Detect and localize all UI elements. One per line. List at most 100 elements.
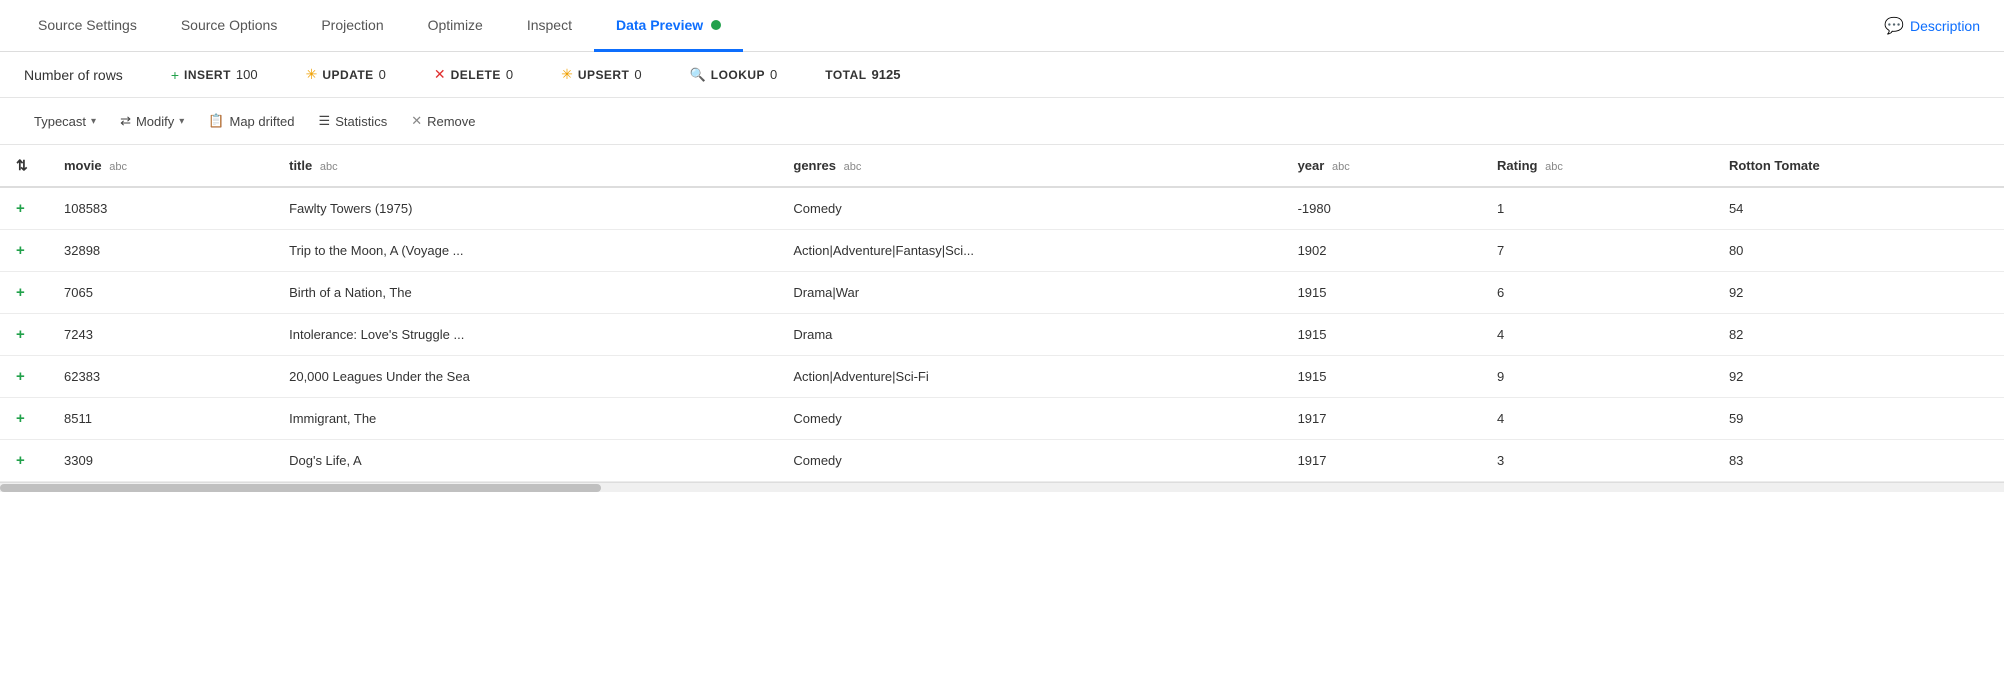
- row-year-cell: 1917: [1282, 398, 1481, 440]
- lookup-stat: 🔍 LOOKUP 0: [690, 67, 778, 83]
- col-movie-header[interactable]: movie abc: [48, 145, 273, 187]
- top-navigation: Source Settings Source Options Projectio…: [0, 0, 2004, 52]
- row-movie-cell: 8511: [48, 398, 273, 440]
- table-header-row: ⇅ movie abc title abc genres abc year ab…: [0, 145, 2004, 187]
- row-insert-icon[interactable]: +: [16, 452, 25, 469]
- col-sort-header[interactable]: ⇅: [0, 145, 48, 187]
- remove-icon: ✕: [411, 113, 422, 129]
- row-insert-icon[interactable]: +: [16, 326, 25, 343]
- map-drifted-button[interactable]: 📋 Map drifted: [198, 108, 304, 134]
- row-genres-cell: Action|Adventure|Sci-Fi: [777, 356, 1281, 398]
- table-row: + 32898 Trip to the Moon, A (Voyage ... …: [0, 230, 2004, 272]
- modify-button[interactable]: ⇄ Modify ▾: [110, 108, 194, 134]
- row-title-cell: 20,000 Leagues Under the Sea: [273, 356, 777, 398]
- col-rotton-header[interactable]: Rotton Tomate: [1713, 145, 2004, 187]
- row-title-cell: Immigrant, The: [273, 398, 777, 440]
- row-title-cell: Trip to the Moon, A (Voyage ...: [273, 230, 777, 272]
- row-insert-icon[interactable]: +: [16, 200, 25, 217]
- col-title-header[interactable]: title abc: [273, 145, 777, 187]
- row-title-cell: Fawlty Towers (1975): [273, 187, 777, 230]
- row-year-cell: 1915: [1282, 314, 1481, 356]
- col-title-label: title: [289, 158, 312, 173]
- col-title-type: abc: [320, 161, 338, 173]
- col-year-header[interactable]: year abc: [1282, 145, 1481, 187]
- data-table: ⇅ movie abc title abc genres abc year ab…: [0, 145, 2004, 482]
- row-genres-cell: Drama: [777, 314, 1281, 356]
- col-genres-header[interactable]: genres abc: [777, 145, 1281, 187]
- table-body: + 108583 Fawlty Towers (1975) Comedy -19…: [0, 187, 2004, 482]
- row-title-cell: Birth of a Nation, The: [273, 272, 777, 314]
- row-rotton-cell: 92: [1713, 272, 2004, 314]
- scrollbar-thumb[interactable]: [0, 484, 601, 492]
- total-key: TOTAL: [825, 68, 866, 82]
- table-row: + 3309 Dog's Life, A Comedy 1917 3 83: [0, 440, 2004, 482]
- tab-inspect[interactable]: Inspect: [505, 0, 594, 52]
- delete-value: 0: [506, 67, 513, 82]
- row-insert-icon[interactable]: +: [16, 410, 25, 427]
- row-insert-icon[interactable]: +: [16, 368, 25, 385]
- col-rotton-label: Rotton Tomate: [1729, 158, 1820, 173]
- row-rotton-cell: 82: [1713, 314, 2004, 356]
- col-rating-header[interactable]: Rating abc: [1481, 145, 1713, 187]
- table-row: + 108583 Fawlty Towers (1975) Comedy -19…: [0, 187, 2004, 230]
- upsert-value: 0: [634, 67, 641, 82]
- col-rating-label: Rating: [1497, 158, 1537, 173]
- lookup-value: 0: [770, 67, 777, 82]
- row-action-cell: +: [0, 356, 48, 398]
- description-button[interactable]: 💬 Description: [1876, 0, 1988, 51]
- modify-icon: ⇄: [120, 113, 131, 129]
- insert-key: INSERT: [184, 68, 231, 82]
- remove-button[interactable]: ✕ Remove: [401, 108, 485, 134]
- map-drifted-label: Map drifted: [229, 114, 294, 129]
- upsert-key: UPSERT: [578, 68, 630, 82]
- delete-key: DELETE: [451, 68, 501, 82]
- tab-projection[interactable]: Projection: [299, 0, 405, 52]
- row-insert-icon[interactable]: +: [16, 242, 25, 259]
- row-rotton-cell: 54: [1713, 187, 2004, 230]
- row-title-cell: Dog's Life, A: [273, 440, 777, 482]
- row-year-cell: -1980: [1282, 187, 1481, 230]
- lookup-icon: 🔍: [690, 67, 706, 83]
- statistics-label: Statistics: [335, 114, 387, 129]
- delete-icon: ✕: [434, 66, 446, 83]
- row-action-cell: +: [0, 187, 48, 230]
- typecast-button[interactable]: Typecast ▾: [24, 109, 106, 134]
- sort-icon: ⇅: [16, 157, 28, 173]
- table-row: + 7065 Birth of a Nation, The Drama|War …: [0, 272, 2004, 314]
- statistics-icon: ☰: [319, 113, 331, 129]
- row-genres-cell: Action|Adventure|Fantasy|Sci...: [777, 230, 1281, 272]
- row-movie-cell: 32898: [48, 230, 273, 272]
- row-insert-icon[interactable]: +: [16, 284, 25, 301]
- col-year-type: abc: [1332, 161, 1350, 173]
- row-rating-cell: 3: [1481, 440, 1713, 482]
- row-movie-cell: 3309: [48, 440, 273, 482]
- horizontal-scrollbar[interactable]: [0, 482, 2004, 492]
- row-genres-cell: Comedy: [777, 398, 1281, 440]
- data-table-container: ⇅ movie abc title abc genres abc year ab…: [0, 145, 2004, 482]
- row-rating-cell: 4: [1481, 314, 1713, 356]
- insert-stat: + INSERT 100: [171, 67, 258, 83]
- row-movie-cell: 7065: [48, 272, 273, 314]
- tab-source-settings[interactable]: Source Settings: [16, 0, 159, 52]
- delete-stat: ✕ DELETE 0: [434, 66, 513, 83]
- upsert-icon: ✳: [561, 66, 573, 83]
- table-row: + 8511 Immigrant, The Comedy 1917 4 59: [0, 398, 2004, 440]
- insert-value: 100: [236, 67, 258, 82]
- col-genres-type: abc: [844, 161, 862, 173]
- tab-data-preview[interactable]: Data Preview: [594, 0, 743, 52]
- tab-source-options[interactable]: Source Options: [159, 0, 300, 52]
- chat-icon: 💬: [1884, 16, 1904, 36]
- description-label: Description: [1910, 18, 1980, 34]
- row-action-cell: +: [0, 230, 48, 272]
- row-rating-cell: 9: [1481, 356, 1713, 398]
- row-genres-cell: Drama|War: [777, 272, 1281, 314]
- statistics-button[interactable]: ☰ Statistics: [309, 108, 398, 134]
- row-rotton-cell: 80: [1713, 230, 2004, 272]
- row-action-cell: +: [0, 314, 48, 356]
- total-value: 9125: [872, 67, 901, 82]
- row-movie-cell: 108583: [48, 187, 273, 230]
- tab-optimize[interactable]: Optimize: [406, 0, 505, 52]
- update-icon: ✳: [306, 66, 318, 83]
- rows-label: Number of rows: [24, 67, 123, 83]
- row-rating-cell: 4: [1481, 398, 1713, 440]
